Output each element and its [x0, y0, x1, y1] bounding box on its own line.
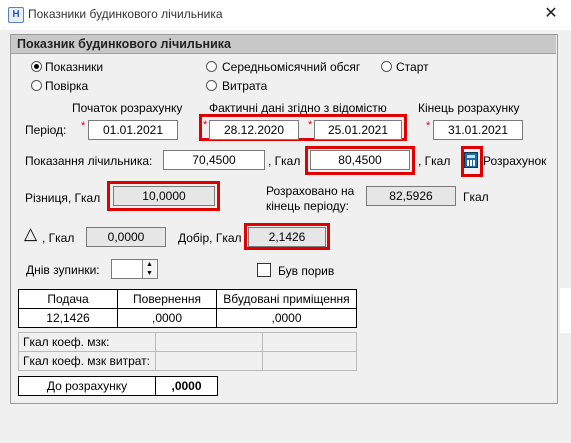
period-end-header: Кінець розрахунку — [418, 101, 520, 115]
calculated-end-label-1: Розраховано на — [266, 184, 355, 198]
close-button[interactable]: ✕ — [538, 3, 564, 25]
coef-cell[interactable] — [262, 351, 357, 371]
coef-cell[interactable] — [262, 332, 357, 352]
radio-povirka[interactable] — [31, 80, 42, 91]
group-title: Показник будинкового лічильника — [17, 37, 231, 51]
spin-down-button[interactable]: ▼ — [142, 269, 156, 278]
radio-start-label: Старт — [396, 60, 429, 74]
calculated-end-unit: Гкал — [463, 190, 489, 204]
window-title: Показники будинкового лічильника — [28, 7, 223, 21]
readings-label: Показання лічильника: — [25, 154, 153, 168]
calculated-end-label-2: кінець періоду: — [266, 199, 349, 213]
delta-icon: △ — [24, 224, 38, 243]
period-end-field[interactable]: 31.01.2021 — [433, 120, 523, 140]
reading-2-field[interactable]: 80,4500 — [310, 150, 410, 170]
period-label: Період: — [25, 123, 67, 137]
supply-table: Подача Повернення Вбудовані приміщення 1… — [18, 289, 357, 328]
radio-serednomisyachnyi-label: Середньомісячний обсяг — [222, 60, 361, 74]
radio-povirka-label: Повірка — [45, 79, 89, 93]
reading-1-unit: , Гкал — [268, 154, 301, 168]
required-mark: * — [308, 119, 313, 131]
required-mark: * — [203, 119, 208, 131]
delta-label: , Гкал — [42, 231, 75, 245]
radio-vytrata-label: Витрата — [222, 79, 268, 93]
dobir-field: 2,1426 — [248, 227, 326, 247]
required-mark: * — [426, 120, 431, 132]
difference-field: 10,0000 — [113, 186, 215, 206]
burst-checkbox[interactable] — [257, 263, 271, 277]
radio-serednomisyachnyi[interactable] — [206, 61, 217, 72]
calculator-icon[interactable] — [464, 152, 478, 168]
actual-to-field[interactable]: 25.01.2021 — [314, 120, 402, 140]
table-cell[interactable]: ,0000 — [117, 308, 217, 328]
radio-start[interactable] — [381, 61, 392, 72]
actual-from-field[interactable]: 28.12.2020 — [209, 120, 299, 140]
table-cell[interactable]: 12,1426 — [18, 308, 118, 328]
coef-label: Гкал коеф. мзк: — [18, 332, 156, 352]
reading-1-field[interactable]: 70,4500 — [163, 150, 265, 170]
radio-pokaznyky[interactable] — [31, 61, 42, 72]
dobir-label: Добір, Гкал — [178, 231, 242, 245]
coef-cell[interactable] — [155, 351, 263, 371]
period-start-header: Початок розрахунку — [72, 101, 183, 115]
delta-field: 0,0000 — [86, 227, 166, 247]
table-header: Повернення — [117, 289, 217, 309]
calc-label[interactable]: Розрахунок — [483, 154, 546, 168]
total-table: До розрахунку ,0000 — [18, 376, 218, 396]
coef-label: Гкал коеф. мзк витрат: — [18, 351, 156, 371]
total-label: До розрахунку — [18, 376, 156, 396]
coef-table: Гкал коеф. мзк: Гкал коеф. мзк витрат: — [18, 332, 357, 371]
period-actual-header: Фактичні дані згідно з відомістю — [209, 101, 387, 115]
required-mark: * — [81, 120, 86, 132]
app-icon: H — [8, 7, 24, 23]
coef-cell[interactable] — [155, 332, 263, 352]
reading-2-unit: , Гкал — [418, 154, 451, 168]
radio-vytrata[interactable] — [206, 80, 217, 91]
total-value: ,0000 — [155, 376, 218, 396]
burst-label: Був порив — [278, 264, 335, 278]
radio-pokaznyky-label: Показники — [45, 60, 104, 74]
spin-up-button[interactable]: ▲ — [142, 260, 156, 269]
table-header: Подача — [18, 289, 118, 309]
stop-days-label: Днів зупинки: — [26, 263, 100, 277]
table-cell[interactable]: ,0000 — [216, 308, 357, 328]
side-strip — [560, 288, 571, 333]
table-header: Вбудовані приміщення — [216, 289, 357, 309]
difference-label: Різниця, Гкал — [25, 191, 101, 205]
calculated-end-field: 82,5926 — [366, 186, 456, 206]
period-start-field[interactable]: 01.01.2021 — [88, 120, 178, 140]
